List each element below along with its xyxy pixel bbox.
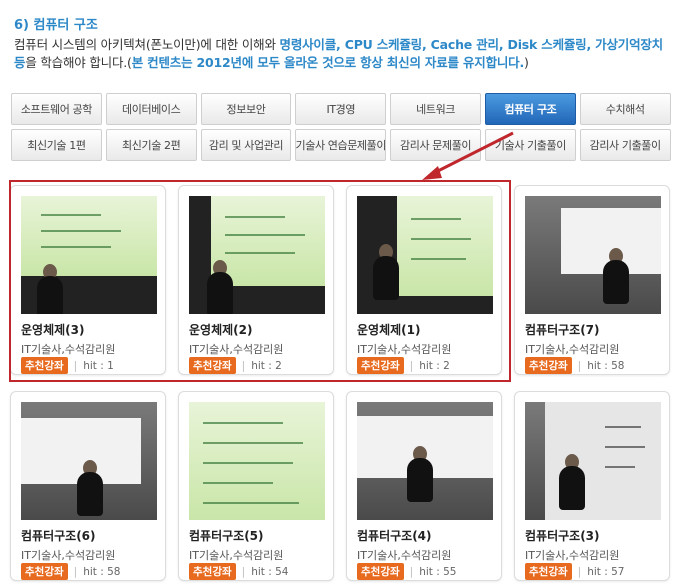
course-thumbnail[interactable]: [21, 402, 157, 520]
tab-software-engineering[interactable]: 소프트웨어 공학: [11, 93, 102, 125]
course-meta: 추천강좌 | hit : 54: [189, 563, 288, 580]
recommended-badge: 추천강좌: [357, 563, 404, 580]
course-card[interactable]: 컴퓨터구조(3) IT기술사,수석감리원 추천강좌 | hit : 57: [514, 391, 670, 581]
desc-text-1: 컴퓨터 시스템의 아키텍쳐(폰노이만)에 대한 이해와: [14, 37, 280, 52]
meta-separator: |: [577, 565, 582, 578]
course-meta: 추천강좌 | hit : 58: [525, 357, 624, 374]
tab-database[interactable]: 데이터베이스: [105, 93, 197, 125]
recommended-badge: 추천강좌: [525, 563, 572, 580]
recommended-badge: 추천강좌: [189, 563, 236, 580]
course-title[interactable]: 컴퓨터구조(3): [525, 527, 600, 544]
tab-network[interactable]: 네트워크: [390, 93, 481, 125]
tab-row-2: 최신기술 1편 최신기술 2편 감리 및 사업관리 기술사 연습문제풀이 감리사…: [11, 129, 671, 161]
hit-count: hit : 57: [587, 565, 625, 578]
recommended-badge: 추천강좌: [525, 357, 572, 374]
course-card[interactable]: 컴퓨터구조(4) IT기술사,수석감리원 추천강좌 | hit : 55: [346, 391, 502, 581]
course-meta: 추천강좌 | hit : 57: [525, 563, 624, 580]
course-card[interactable]: 컴퓨터구조(7) IT기술사,수석감리원 추천강좌 | hit : 58: [514, 185, 670, 375]
tab-numerical-analysis[interactable]: 수치해석: [579, 93, 671, 125]
hit-count: hit : 54: [251, 565, 289, 578]
course-title[interactable]: 컴퓨터구조(5): [189, 527, 264, 544]
course-title[interactable]: 컴퓨터구조(6): [21, 527, 96, 544]
section-description: 컴퓨터 시스템의 아키텍쳐(폰노이만)에 대한 이해와 명령사이클, CPU 스…: [14, 36, 674, 72]
meta-separator: |: [241, 565, 246, 578]
desc-highlight-notice: 본 컨텐츠는 2012년에 모두 올라온 것으로 항상 최신의 자료를 유지합니…: [131, 55, 525, 70]
tab-row-1: 소프트웨어 공학 데이터베이스 정보보안 IT경영 네트워크 컴퓨터 구조 수치…: [11, 93, 671, 125]
hit-count: hit : 58: [83, 565, 121, 578]
course-title[interactable]: 컴퓨터구조(4): [357, 527, 432, 544]
desc-text-3: ): [524, 55, 529, 70]
course-title[interactable]: 컴퓨터구조(7): [525, 321, 600, 338]
meta-separator: |: [73, 565, 78, 578]
desc-text-2: 을 학습해야 합니다.(: [25, 55, 132, 70]
course-thumbnail[interactable]: [525, 402, 661, 520]
tab-it-management[interactable]: IT경영: [295, 93, 387, 125]
course-thumbnail[interactable]: [525, 196, 661, 314]
tab-pe-practice-problems[interactable]: 기술사 연습문제풀이: [295, 129, 387, 161]
tab-audit-project-mgmt[interactable]: 감리 및 사업관리: [200, 129, 292, 161]
course-author: IT기술사,수석감리원: [525, 343, 620, 356]
course-meta: 추천강좌 | hit : 55: [357, 563, 456, 580]
recommended-badge: 추천강좌: [21, 563, 68, 580]
course-meta: 추천강좌 | hit : 58: [21, 563, 120, 580]
category-tabs: 소프트웨어 공학 데이터베이스 정보보안 IT경영 네트워크 컴퓨터 구조 수치…: [11, 93, 671, 165]
course-author: IT기술사,수석감리원: [357, 549, 452, 562]
course-thumbnail[interactable]: [189, 402, 325, 520]
annotation-arrow: [422, 131, 514, 180]
course-thumbnail[interactable]: [357, 402, 493, 520]
meta-separator: |: [577, 359, 582, 372]
hit-count: hit : 58: [587, 359, 625, 372]
tab-security[interactable]: 정보보안: [200, 93, 292, 125]
course-author: IT기술사,수석감리원: [189, 549, 284, 562]
course-card[interactable]: 컴퓨터구조(5) IT기술사,수석감리원 추천강좌 | hit : 54: [178, 391, 334, 581]
hit-count: hit : 55: [419, 565, 457, 578]
tab-auditor-past-exams[interactable]: 감리사 기출풀이: [579, 129, 671, 161]
tab-latest-tech-2[interactable]: 최신기술 2편: [105, 129, 197, 161]
course-author: IT기술사,수석감리원: [525, 549, 620, 562]
highlight-box: [9, 180, 511, 382]
course-card[interactable]: 컴퓨터구조(6) IT기술사,수석감리원 추천강좌 | hit : 58: [10, 391, 166, 581]
course-author: IT기술사,수석감리원: [21, 549, 116, 562]
meta-separator: |: [409, 565, 414, 578]
section-heading: 6) 컴퓨터 구조: [14, 18, 98, 33]
tab-latest-tech-1[interactable]: 최신기술 1편: [11, 129, 102, 161]
tab-computer-architecture[interactable]: 컴퓨터 구조: [484, 93, 576, 125]
